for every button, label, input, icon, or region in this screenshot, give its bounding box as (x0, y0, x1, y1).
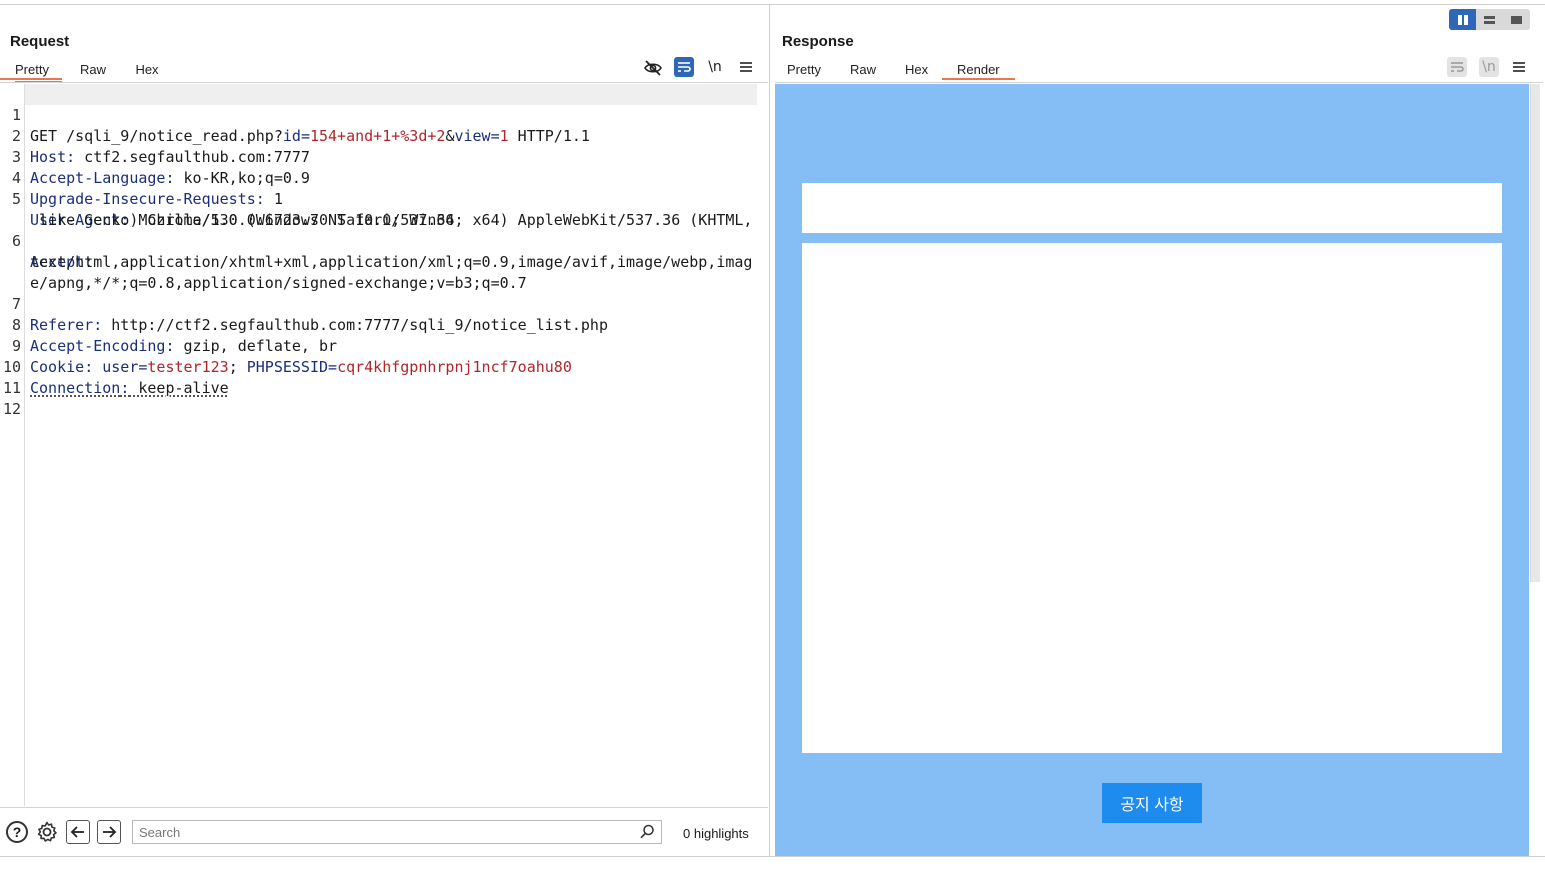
response-newline-toggle: \n (1479, 57, 1499, 77)
request-line-10: 10 Connection: keep-alive (0, 336, 760, 397)
response-tab-divider (775, 82, 1543, 83)
layout-side-by-side-button[interactable] (1449, 9, 1476, 30)
render-scrollbar[interactable] (1530, 84, 1540, 582)
request-menu-icon[interactable] (736, 57, 756, 77)
request-line-1: 1 GET /sqli_9/notice_read.php?id=154+and… (0, 84, 760, 145)
forward-button[interactable] (97, 820, 121, 844)
request-line-4: 4 Upgrade-Insecure-Requests: 1 (0, 147, 760, 208)
search-input[interactable] (132, 820, 662, 844)
single-pane-icon (1511, 15, 1522, 24)
response-tab-hex[interactable]: Hex (905, 62, 931, 82)
response-tab-pretty[interactable]: Pretty (787, 62, 823, 82)
arrow-left-icon (66, 820, 90, 844)
burp-repeater-window: Request Pretty Raw Hex \n 1 GET /sqli_9/… (0, 0, 1545, 870)
request-line-9: 9 Cookie: user=tester123; PHPSESSID=cqr4… (0, 315, 760, 376)
response-wrap-lines-icon (1447, 57, 1467, 77)
bottom-border (0, 856, 1545, 857)
request-bottom-bar: ? 0 highlights (0, 807, 768, 856)
request-active-tab-indicator (0, 78, 62, 80)
request-line-6-wrap-1: text/html,application/xhtml+xml,applicat… (0, 231, 760, 271)
request-editor[interactable]: 1 GET /sqli_9/notice_read.php?id=154+and… (0, 84, 768, 806)
request-line-6-wrap-2: e/apng,*/*;q=0.8,application/signed-exch… (0, 252, 760, 292)
search-icon[interactable] (638, 823, 656, 841)
help-button[interactable]: ? (5, 820, 29, 844)
layout-stacked-button[interactable] (1476, 9, 1503, 30)
columns-icon (1457, 14, 1468, 25)
rows-icon (1484, 15, 1495, 24)
response-menu-icon[interactable] (1509, 57, 1529, 77)
rendered-title-box (802, 183, 1502, 233)
panel-splitter[interactable] (769, 4, 770, 856)
request-line-5-wrap: like Gecko) Chrome/130.0.6723.70 Safari/… (0, 189, 760, 229)
layout-toggle (1449, 9, 1530, 30)
top-border (0, 4, 1545, 5)
request-tab-divider (0, 82, 768, 83)
response-title: Response (782, 33, 854, 50)
help-icon: ? (6, 821, 28, 843)
rendered-content-box (802, 243, 1502, 753)
request-title: Request (10, 33, 70, 50)
request-line-12: 12 (0, 378, 760, 418)
layout-single-button[interactable] (1503, 9, 1530, 30)
hide-eye-icon[interactable] (643, 58, 663, 78)
request-tab-raw[interactable]: Raw (78, 62, 108, 82)
request-line-8: 8 Accept-Encoding: gzip, deflate, br (0, 294, 760, 355)
request-line-6: 6 Accept: (0, 210, 760, 271)
response-active-tab-indicator (942, 78, 1015, 80)
request-tab-hex[interactable]: Hex (132, 62, 162, 82)
rendered-response-page: 공지 사항 (775, 84, 1529, 856)
request-line-2: 2 Host: ctf2.segfaulthub.com:7777 (0, 105, 760, 166)
line-number: 12 (2, 400, 21, 418)
response-tab-raw[interactable]: Raw (850, 62, 876, 82)
highlights-count: 0 highlights (683, 826, 749, 841)
arrow-right-icon (97, 820, 121, 844)
request-line-3: 3 Accept-Language: ko-KR,ko;q=0.9 (0, 126, 760, 187)
gear-icon (37, 821, 57, 842)
request-line-7: 7 Referer: http://ctf2.segfaulthub.com:7… (0, 273, 760, 334)
settings-button[interactable] (35, 820, 59, 844)
back-button[interactable] (66, 820, 90, 844)
newline-toggle[interactable]: \n (705, 57, 725, 77)
wrap-lines-icon[interactable] (674, 57, 694, 77)
request-line-5: 5 User-Agent: Mozilla/5.0 (Windows NT 10… (0, 168, 760, 229)
request-line-11: 11 (0, 357, 760, 397)
notice-list-button[interactable]: 공지 사항 (1102, 783, 1202, 823)
